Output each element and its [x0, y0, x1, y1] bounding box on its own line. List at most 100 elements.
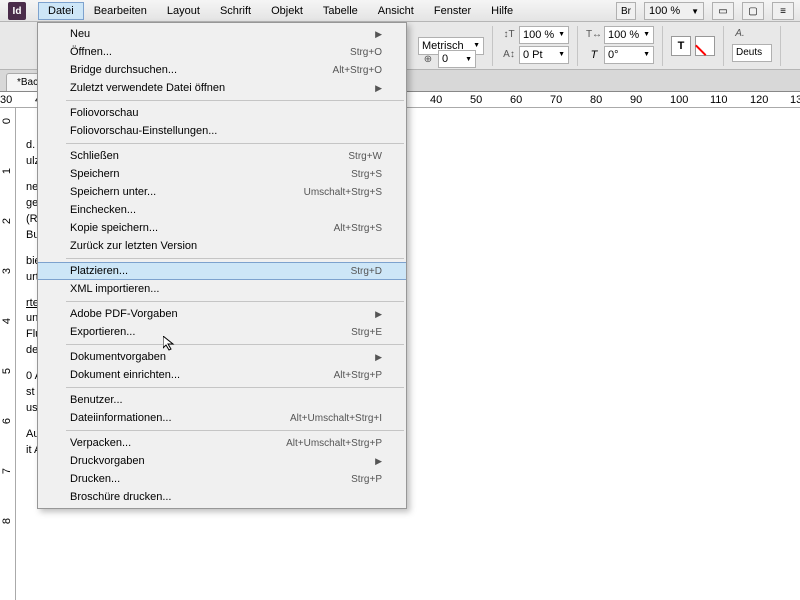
arrange-icon[interactable]: ≡: [772, 2, 794, 20]
screen-mode-icon[interactable]: ▢: [742, 2, 764, 20]
menu-separator: [66, 258, 404, 259]
menu-label: Foliovorschau: [70, 107, 138, 119]
scale-h-icon: ↕T: [501, 27, 517, 43]
menu-item-dateiinformationen[interactable]: Dateiinformationen... Alt+Umschalt+Strg+I: [38, 409, 406, 427]
menu-item-benutzer[interactable]: Benutzer...: [38, 391, 406, 409]
menu-schrift[interactable]: Schrift: [210, 2, 261, 20]
menu-layout[interactable]: Layout: [157, 2, 210, 20]
skew-input[interactable]: 0°▼: [604, 46, 654, 64]
scale-v-input[interactable]: 100 %▼: [604, 26, 654, 44]
menu-label: Speichern unter...: [70, 186, 156, 198]
shortcut: Strg+S: [351, 169, 382, 180]
menu-item-bridge-durchsuchen[interactable]: Bridge durchsuchen... Alt+Strg+O: [38, 61, 406, 79]
fill-icon[interactable]: T: [671, 36, 691, 56]
menu-label: Platzieren...: [70, 265, 128, 277]
menu-item-foliovorschau-einstellungen[interactable]: Foliovorschau-Einstellungen...: [38, 122, 406, 140]
menu-item-adobe-pdf-vorgaben[interactable]: Adobe PDF-Vorgaben ▶: [38, 305, 406, 323]
menu-label: Adobe PDF-Vorgaben: [70, 308, 178, 320]
menu-label: Exportieren...: [70, 326, 135, 338]
menu-hilfe[interactable]: Hilfe: [481, 2, 523, 20]
menu-separator: [66, 430, 404, 431]
menu-objekt[interactable]: Objekt: [261, 2, 313, 20]
submenu-arrow-icon: ▶: [375, 29, 382, 40]
view-mode-icon[interactable]: ▭: [712, 2, 734, 20]
zoom-level[interactable]: 100 % ▼: [644, 2, 704, 20]
menu-label: Druckvorgaben: [70, 455, 145, 467]
menu-label: Öffnen...: [70, 46, 112, 58]
menu-label: Zurück zur letzten Version: [70, 240, 197, 252]
menu-item-foliovorschau[interactable]: Foliovorschau: [38, 104, 406, 122]
shortcut: Strg+D: [351, 266, 382, 277]
menu-fenster[interactable]: Fenster: [424, 2, 481, 20]
menu-datei[interactable]: Datei: [38, 2, 84, 20]
menu-ansicht[interactable]: Ansicht: [368, 2, 424, 20]
menu-item-brosch-re-drucken[interactable]: Broschüre drucken...: [38, 488, 406, 506]
shortcut: Strg+P: [351, 474, 382, 485]
menu-item-speichern-unter[interactable]: Speichern unter...Umschalt+Strg+S: [38, 183, 406, 201]
menu-item-neu[interactable]: Neu ▶: [38, 25, 406, 43]
menu-label: Schließen: [70, 150, 119, 162]
zoom-value: 100 %: [649, 5, 680, 17]
menu-item-dokumentvorgaben[interactable]: Dokumentvorgaben▶: [38, 348, 406, 366]
stroke-icon[interactable]: [695, 36, 715, 56]
shortcut: Alt+Strg+O: [333, 65, 382, 76]
menu-separator: [66, 344, 404, 345]
menu-item-druckvorgaben[interactable]: Druckvorgaben ▶: [38, 452, 406, 470]
menu-item-dokument-einrichten[interactable]: Dokument einrichten... Alt+Strg+P: [38, 366, 406, 384]
lang-input[interactable]: Deuts: [732, 44, 772, 62]
menu-item-schlie-en[interactable]: Schließen Strg+W: [38, 147, 406, 165]
menu-label: Dokument einrichten...: [70, 369, 180, 381]
menu-separator: [66, 387, 404, 388]
menu-item-zur-ck-zur-letzten-version[interactable]: Zurück zur letzten Version: [38, 237, 406, 255]
menu-label: Einchecken...: [70, 204, 136, 216]
scale-v-icon: T↔: [586, 27, 602, 43]
menu-item-drucken[interactable]: Drucken... Strg+P: [38, 470, 406, 488]
menu-item-xml-importieren[interactable]: XML importieren...: [38, 280, 406, 298]
submenu-arrow-icon: ▶: [375, 456, 382, 467]
top-right-tools: Br 100 % ▼ ▭ ▢ ≡: [616, 0, 794, 22]
baseline-icon: A↕: [501, 47, 517, 63]
shortcut: Alt+Strg+S: [334, 223, 382, 234]
x-icon: ⊕: [420, 51, 436, 67]
menu-label: Speichern: [70, 168, 120, 180]
menu-label: Zuletzt verwendete Datei öffnen: [70, 82, 225, 94]
shortcut: Strg+E: [351, 327, 382, 338]
scale-h-input[interactable]: 100 %▼: [519, 26, 569, 44]
submenu-arrow-icon: ▶: [375, 83, 382, 94]
menu-label: Dateiinformationen...: [70, 412, 172, 424]
menu-label: Foliovorschau-Einstellungen...: [70, 125, 217, 137]
submenu-arrow-icon: ▶: [375, 352, 382, 363]
menu-label: Broschüre drucken...: [70, 491, 172, 503]
menu-label: Verpacken...: [70, 437, 131, 449]
bridge-button[interactable]: Br: [616, 2, 636, 20]
menu-label: Bridge durchsuchen...: [70, 64, 177, 76]
menu-item-kopie-speichern[interactable]: Kopie speichern... Alt+Strg+S: [38, 219, 406, 237]
app-icon: Id: [8, 2, 26, 20]
menu-item-ffnen[interactable]: Öffnen... Strg+O: [38, 43, 406, 61]
skew-icon: T: [586, 47, 602, 63]
shortcut: Strg+O: [350, 47, 382, 58]
menu-item-einchecken: Einchecken...: [38, 201, 406, 219]
menu-item-verpacken[interactable]: Verpacken... Alt+Umschalt+Strg+P: [38, 434, 406, 452]
menu-label: Drucken...: [70, 473, 120, 485]
shortcut: Alt+Umschalt+Strg+I: [290, 413, 382, 424]
menu-tabelle[interactable]: Tabelle: [313, 2, 368, 20]
shortcut: Alt+Umschalt+Strg+P: [286, 438, 382, 449]
vertical-ruler: 012345678: [0, 108, 16, 600]
char-style-icon: A.: [732, 26, 748, 42]
chevron-down-icon: ▼: [691, 7, 699, 16]
menu-item-speichern[interactable]: Speichern Strg+S: [38, 165, 406, 183]
baseline-input[interactable]: 0 Pt▼: [519, 46, 569, 64]
menu-item-zuletzt-verwendete-datei-ffnen[interactable]: Zuletzt verwendete Datei öffnen ▶: [38, 79, 406, 97]
menu-label: Kopie speichern...: [70, 222, 158, 234]
menu-item-exportieren[interactable]: Exportieren... Strg+E: [38, 323, 406, 341]
menu-label: Neu: [70, 28, 90, 40]
menu-bearbeiten[interactable]: Bearbeiten: [84, 2, 157, 20]
submenu-arrow-icon: ▶: [375, 309, 382, 320]
file-menu-dropdown: Neu ▶ Öffnen... Strg+O Bridge durchsuchen...…: [37, 22, 407, 509]
shortcut: Alt+Strg+P: [334, 370, 382, 381]
shortcut: Strg+W: [348, 151, 382, 162]
menu-item-platzieren[interactable]: Platzieren... Strg+D: [38, 262, 406, 280]
x-input[interactable]: 0▼: [438, 50, 476, 68]
menu-label: Benutzer...: [70, 394, 123, 406]
